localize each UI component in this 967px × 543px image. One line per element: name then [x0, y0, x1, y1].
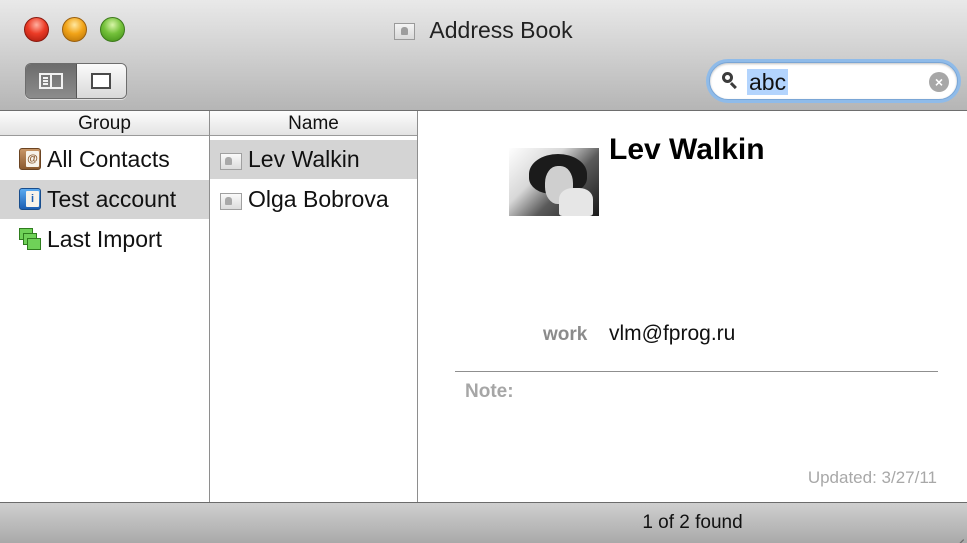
contact-card: Lev Walkin work vlm@fprog.ru Note: Updat…: [418, 111, 967, 502]
name-item-label: Olga Bobrova: [248, 186, 389, 212]
group-item-label: Last Import: [47, 226, 163, 252]
group-item-all-contacts[interactable]: @ All Contacts: [0, 140, 209, 179]
name-column-header[interactable]: Name: [210, 111, 417, 136]
search-field[interactable]: abc ×: [709, 62, 958, 100]
card-only-view-button[interactable]: [76, 64, 126, 98]
card-divider: [455, 371, 938, 372]
magnifier-icon: [722, 72, 736, 86]
email-value[interactable]: vlm@fprog.ru: [609, 322, 735, 346]
view-segmented-control: [25, 63, 127, 99]
name-item-lev-walkin[interactable]: Lev Walkin: [210, 140, 417, 179]
group-item-last-import[interactable]: Last Import: [0, 220, 209, 259]
clear-search-icon[interactable]: ×: [929, 72, 949, 92]
address-book-window: Address Book abc × Group Name @ All Conta…: [0, 0, 967, 543]
search-input[interactable]: abc: [747, 69, 789, 95]
group-list: @ All Contacts i Test account Last Import: [0, 136, 209, 502]
window-title: Address Book: [429, 17, 573, 43]
email-label[interactable]: work: [543, 324, 587, 346]
resize-grip-icon[interactable]: [948, 524, 964, 543]
contact-card-icon: [220, 153, 242, 170]
column-divider[interactable]: [209, 111, 210, 502]
status-text: 1 of 2 found: [642, 512, 743, 533]
card-and-list-view-button[interactable]: [26, 64, 77, 98]
title-toolbar: Address Book abc ×: [0, 0, 967, 111]
name-item-olga-bobrova[interactable]: Olga Bobrova: [210, 180, 417, 219]
card-only-icon: [91, 73, 112, 89]
smart-group-icon: [19, 228, 41, 250]
window-title-area: Address Book: [0, 16, 967, 44]
name-list: Lev Walkin Olga Bobrova: [210, 136, 417, 502]
address-book-icon: @: [19, 148, 41, 170]
contact-card-icon: [394, 23, 416, 40]
contact-name: Lev Walkin: [609, 133, 765, 166]
contact-photo[interactable]: [509, 148, 599, 216]
group-item-label: Test account: [47, 186, 177, 212]
card-and-list-icon: [38, 73, 63, 89]
group-column-header[interactable]: Group: [0, 111, 209, 136]
status-bar: 1 of 2 found: [0, 502, 967, 543]
name-item-label: Lev Walkin: [248, 146, 360, 172]
group-item-test-account[interactable]: i Test account: [0, 180, 209, 219]
contact-card-icon: [220, 193, 242, 210]
updated-date: Updated: 3/27/11: [807, 468, 937, 487]
address-book-icon: i: [19, 188, 41, 210]
group-item-label: All Contacts: [47, 146, 170, 172]
note-label[interactable]: Note:: [465, 381, 514, 403]
